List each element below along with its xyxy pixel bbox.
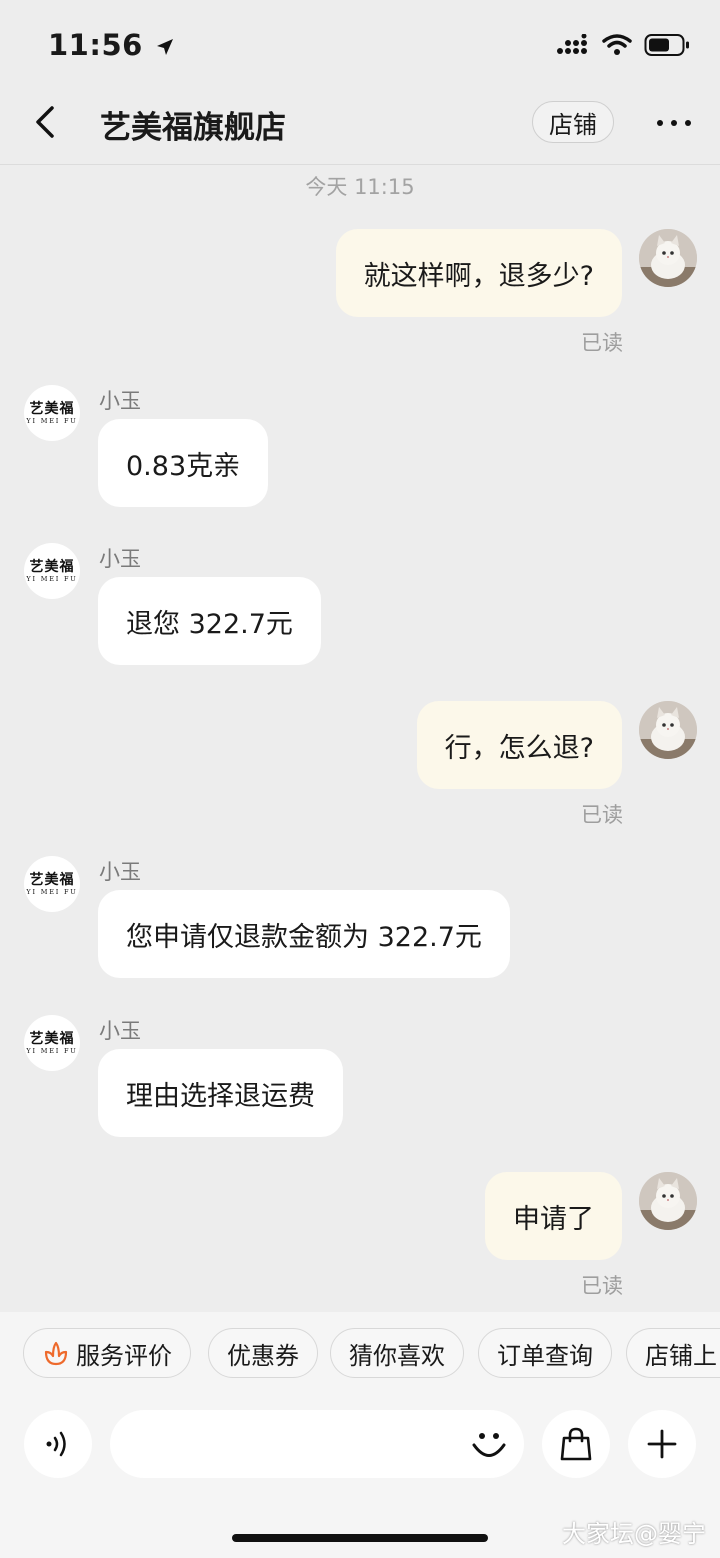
shop-avatar[interactable]: 艺美福 YI MEI FU bbox=[24, 1015, 80, 1071]
quick-action-shop-new[interactable]: 店铺上 bbox=[626, 1328, 720, 1378]
message-bubble-outgoing[interactable]: 就这样啊，退多少? bbox=[335, 229, 622, 317]
quick-action-recommend[interactable]: 猜你喜欢 bbox=[330, 1328, 464, 1378]
battery-icon bbox=[644, 34, 689, 56]
chevron-left-icon bbox=[36, 106, 54, 138]
sender-name: 小玉 bbox=[99, 1019, 141, 1043]
message-input[interactable] bbox=[110, 1410, 524, 1478]
wifi-icon bbox=[602, 34, 632, 55]
message-bubble-outgoing[interactable]: 行，怎么退? bbox=[416, 701, 622, 789]
home-indicator[interactable] bbox=[232, 1534, 488, 1542]
shop-avatar-logo-zh: 艺美福 bbox=[29, 1030, 75, 1047]
read-receipt: 已读 bbox=[581, 803, 623, 827]
voice-button[interactable] bbox=[24, 1410, 92, 1478]
chat-timestamp: 今天 11:15 bbox=[305, 175, 415, 199]
shopping-bag-button[interactable] bbox=[542, 1410, 610, 1478]
watermark: 大家坛@婴宁 bbox=[562, 1520, 706, 1548]
cellular-signal-icon bbox=[557, 34, 587, 54]
my-avatar[interactable] bbox=[639, 701, 697, 759]
shop-avatar-logo-en: YI MEI FU bbox=[26, 1046, 78, 1055]
chip-label: 店铺上 bbox=[645, 1341, 717, 1370]
my-avatar[interactable] bbox=[639, 229, 697, 287]
chip-label: 优惠券 bbox=[227, 1341, 299, 1370]
message-bubble-incoming[interactable]: 退您 322.7元 bbox=[98, 577, 321, 665]
status-time-text: 11:56 bbox=[48, 28, 143, 62]
chip-label: 猜你喜欢 bbox=[349, 1341, 445, 1370]
back-button[interactable] bbox=[28, 100, 68, 144]
message-bubble-incoming[interactable]: 您申请仅退款金额为 322.7元 bbox=[98, 890, 510, 978]
shop-avatar-logo-zh: 艺美福 bbox=[29, 558, 75, 575]
more-actions-button[interactable] bbox=[628, 1410, 696, 1478]
plus-icon bbox=[647, 1429, 677, 1459]
voice-icon bbox=[46, 1431, 66, 1457]
message-bubble-incoming[interactable]: 0.83克亲 bbox=[98, 419, 269, 507]
shop-button[interactable]: 店铺 bbox=[532, 101, 614, 143]
quick-action-service-rating[interactable]: 服务评价 bbox=[23, 1328, 191, 1378]
shop-avatar-logo-en: YI MEI FU bbox=[26, 416, 78, 425]
chip-label: 服务评价 bbox=[76, 1341, 172, 1370]
read-receipt: 已读 bbox=[581, 331, 623, 355]
cat-avatar-image bbox=[639, 1172, 697, 1230]
message-bubble-outgoing[interactable]: 申请了 bbox=[485, 1172, 622, 1260]
cat-avatar-image bbox=[639, 701, 697, 759]
sender-name: 小玉 bbox=[99, 860, 141, 884]
shop-avatar-logo-en: YI MEI FU bbox=[26, 574, 78, 583]
chip-label: 订单查询 bbox=[497, 1341, 593, 1370]
sender-name: 小玉 bbox=[99, 389, 141, 413]
shop-avatar-logo-zh: 艺美福 bbox=[29, 400, 75, 417]
emoji-icon[interactable] bbox=[470, 1426, 508, 1464]
page-title: 艺美福旗舰店 bbox=[100, 110, 286, 146]
status-indicators bbox=[556, 30, 690, 60]
shop-avatar[interactable]: 艺美福 YI MEI FU bbox=[24, 385, 80, 441]
flower-rating-icon bbox=[44, 1341, 68, 1366]
quick-action-coupon[interactable]: 优惠券 bbox=[208, 1328, 318, 1378]
shopping-bag-icon bbox=[560, 1427, 592, 1461]
chat-header: 艺美福旗舰店 店铺 bbox=[0, 82, 720, 165]
sender-name: 小玉 bbox=[99, 547, 141, 571]
more-button[interactable] bbox=[650, 108, 698, 138]
more-dots-icon bbox=[657, 120, 691, 126]
cat-avatar-image bbox=[639, 229, 697, 287]
quick-action-order-query[interactable]: 订单查询 bbox=[478, 1328, 612, 1378]
shop-avatar[interactable]: 艺美福 YI MEI FU bbox=[24, 856, 80, 912]
status-time: 11:56 bbox=[48, 28, 175, 62]
my-avatar[interactable] bbox=[639, 1172, 697, 1230]
location-arrow-icon bbox=[157, 39, 174, 55]
shop-avatar-logo-zh: 艺美福 bbox=[29, 871, 75, 888]
shop-avatar[interactable]: 艺美福 YI MEI FU bbox=[24, 543, 80, 599]
shop-avatar-logo-en: YI MEI FU bbox=[26, 887, 78, 896]
message-bubble-incoming[interactable]: 理由选择退运费 bbox=[98, 1049, 343, 1137]
read-receipt: 已读 bbox=[581, 1274, 623, 1298]
